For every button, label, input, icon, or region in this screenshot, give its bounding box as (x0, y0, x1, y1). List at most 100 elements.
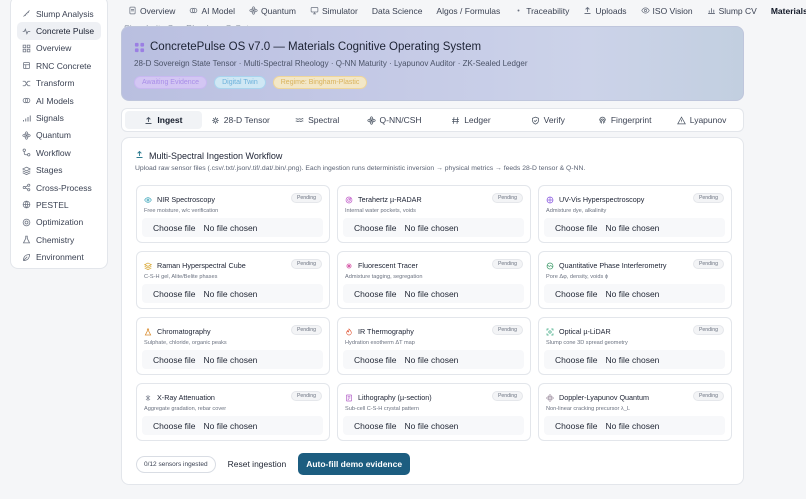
flame-icon (345, 327, 353, 336)
file-input[interactable]: Choose file No file chosen (142, 218, 323, 237)
sidebar-item-rnc-concrete[interactable]: RNC Concrete (17, 57, 101, 74)
topnav-item-quantum[interactable]: Quantum (242, 0, 303, 21)
tab-fingerprint[interactable]: Fingerprint (586, 111, 663, 129)
status-badge: Pending (290, 259, 322, 269)
topnav-item-overview[interactable]: Overview (121, 0, 182, 21)
sidebar-item-label: PESTEL (36, 199, 69, 210)
sidebar-item-stages[interactable]: Stages (17, 162, 101, 179)
choose-file-button[interactable]: Choose file (153, 355, 196, 365)
file-status: No file chosen (404, 354, 459, 365)
sensor-title: Optical µ-LiDAR (559, 327, 611, 336)
choose-file-button[interactable]: Choose file (354, 421, 397, 431)
file-input[interactable]: Choose file No file chosen (343, 350, 524, 369)
file-input[interactable]: Choose file No file chosen (343, 284, 524, 303)
choose-file-button[interactable]: Choose file (555, 421, 598, 431)
sparkle-icon (345, 262, 353, 270)
sidebar-item-quantum[interactable]: Quantum (17, 127, 101, 144)
sidebar-item-concrete-pulse[interactable]: Concrete Pulse (17, 22, 101, 40)
file-status: No file chosen (203, 288, 258, 299)
file-input[interactable]: Choose file No file chosen (142, 350, 323, 369)
sidebar-item-workflow[interactable]: Workflow (17, 144, 101, 161)
sensor-title-row: Quantitative Phase Interferometry (546, 261, 666, 270)
sidebar-item-transform[interactable]: Transform (17, 75, 101, 92)
sidebar-item-cross-process[interactable]: Cross-Process (17, 179, 101, 196)
file-input[interactable]: Choose file No file chosen (142, 284, 323, 303)
tab-28-d-tensor[interactable]: 28-D Tensor (202, 111, 279, 129)
sidebar-item-chemistry[interactable]: Chemistry (17, 231, 101, 248)
file-input[interactable]: Choose file No file chosen (544, 350, 725, 369)
file-status: No file chosen (404, 288, 459, 299)
choose-file-button[interactable]: Choose file (555, 223, 598, 233)
topnav-item-simulator[interactable]: Simulator (303, 0, 365, 21)
topnav-item-slump-cv[interactable]: Slump CV (700, 0, 764, 21)
upload-icon (135, 150, 144, 161)
sidebar-item-signals[interactable]: Signals (17, 109, 101, 126)
file-input[interactable]: Choose file No file chosen (544, 416, 725, 435)
topnav-item-label: Quantum (260, 5, 296, 16)
choose-file-button[interactable]: Choose file (354, 289, 397, 299)
file-input[interactable]: Choose file No file chosen (142, 416, 323, 435)
tab-spectral[interactable]: Spectral (279, 111, 356, 129)
sidebar-item-label: Concrete Pulse (36, 26, 95, 37)
status-chip-regime: Regime: Bingham-Plastic (272, 76, 368, 89)
tab-label: Verify (543, 115, 565, 125)
atom-icon (249, 6, 258, 15)
topnav-item-traceability[interactable]: Traceability (507, 0, 576, 21)
file-status: No file chosen (605, 420, 660, 431)
choose-file-button[interactable]: Choose file (153, 421, 196, 431)
sidebar-item-label: Transform (36, 78, 75, 89)
autofill-demo-button[interactable]: Auto-fill demo evidence (298, 453, 411, 475)
sensor-title: Terahertz µ-RADAR (358, 195, 422, 204)
tab-q-nn-csh[interactable]: Q-NN/CSH (356, 111, 433, 129)
radar-icon (345, 196, 353, 204)
banner-subtitle: 28-D Sovereign State Tensor · Multi-Spec… (134, 59, 528, 68)
topnav-item-ai-model[interactable]: AI Model (182, 0, 242, 21)
topnav-item-uploads[interactable]: Uploads (576, 0, 633, 21)
sidebar-item-pestel[interactable]: PESTEL (17, 196, 101, 213)
sidebar-item-slump-analysis[interactable]: Slump Analysis (17, 5, 101, 22)
sensor-card-chromatography: Chromatography Sulphate, chloride, organi… (136, 317, 330, 375)
choose-file-button[interactable]: Choose file (555, 289, 598, 299)
sensor-card-uv-vis-hyperspectroscopy: UV-Vis Hyperspectroscopy Admixture dye, a… (538, 185, 732, 243)
file-status: No file chosen (605, 354, 660, 365)
file-input[interactable]: Choose file No file chosen (343, 218, 524, 237)
sidebar-item-label: Cross-Process (36, 182, 92, 193)
tab-label: Spectral (308, 115, 340, 125)
status-badge: Pending (692, 259, 724, 269)
topnav-item-algos-formulas[interactable]: Algos / Formulas (429, 0, 507, 21)
topnav-item-materials-os-v7[interactable]: Materials OS v7 (764, 0, 806, 21)
choose-file-button[interactable]: Choose file (555, 355, 598, 365)
file-input[interactable]: Choose file No file chosen (343, 416, 524, 435)
dot-icon (514, 6, 523, 15)
sensor-card-quantitative-phase-interferometry: Quantitative Phase Interferometry Pore Δφ… (538, 251, 732, 309)
tab-lyapunov[interactable]: Lyapunov (663, 111, 740, 129)
status-chip-twin: Digital Twin (214, 76, 266, 89)
status-chips: Awaiting Evidence Digital Twin Regime: B… (134, 76, 731, 89)
file-input[interactable]: Choose file No file chosen (544, 284, 725, 303)
sidebar-item-optimization[interactable]: Optimization (17, 214, 101, 231)
sensor-title: Raman Hyperspectral Cube (157, 261, 246, 270)
reset-ingestion-button[interactable]: Reset ingestion (224, 455, 291, 473)
file-input[interactable]: Choose file No file chosen (544, 218, 725, 237)
topnav-item-data-science[interactable]: Data Science (365, 0, 430, 21)
sidebar-item-label: RNC Concrete (36, 60, 92, 71)
sidebar-item-environment[interactable]: Environment (17, 248, 101, 265)
sidebar-item-overview[interactable]: Overview (17, 40, 101, 57)
choose-file-button[interactable]: Choose file (354, 223, 397, 233)
status-badge: Pending (491, 325, 523, 335)
choose-file-button[interactable]: Choose file (153, 289, 196, 299)
status-badge: Pending (290, 193, 322, 203)
sensor-title: Doppler-Lyapunov Quantum (559, 393, 650, 402)
topnav-item-label: Traceability (526, 5, 570, 16)
tab-ledger[interactable]: Ledger (433, 111, 510, 129)
tab-label: Ingest (157, 115, 183, 125)
sidebar-item-ai-models[interactable]: AI Models (17, 92, 101, 109)
topnav-item-iso-vision[interactable]: ISO Vision (634, 0, 700, 21)
choose-file-button[interactable]: Choose file (153, 223, 196, 233)
tab-verify[interactable]: Verify (509, 111, 586, 129)
atom-icon (22, 131, 31, 140)
litho-icon (345, 394, 353, 402)
sensor-description: Sulphate, chloride, organic peaks (144, 340, 227, 346)
tab-ingest[interactable]: Ingest (125, 111, 202, 129)
choose-file-button[interactable]: Choose file (354, 355, 397, 365)
